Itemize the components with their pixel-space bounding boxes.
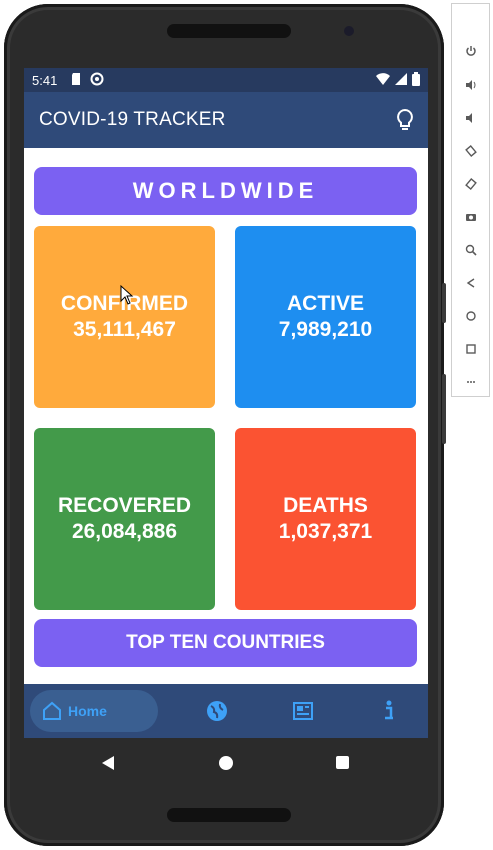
rotate-left-icon[interactable] [464, 144, 478, 158]
bottom-speaker [167, 808, 291, 822]
system-home-icon[interactable] [219, 756, 233, 770]
sync-icon [90, 72, 104, 89]
device-screen: 5:41 COVID-19 TRACKER WORLDWIDE CONFIRME… [24, 68, 428, 738]
rotate-right-icon[interactable] [464, 177, 478, 191]
volume-down-icon[interactable] [464, 111, 478, 125]
nav-item-home[interactable]: Home [30, 690, 158, 732]
volume-up-icon[interactable] [464, 78, 478, 92]
power-icon[interactable] [464, 44, 478, 58]
bottom-navigation: Home [24, 684, 428, 738]
power-side-button [442, 283, 446, 323]
deaths-label: DEATHS [283, 494, 368, 517]
home-icon [42, 701, 62, 721]
confirmed-value: 35,111,467 [73, 318, 176, 341]
top-ten-countries-button[interactable]: TOP TEN COUNTRIES [34, 619, 417, 667]
home-icon[interactable] [464, 309, 478, 323]
recovered-value: 26,084,886 [71, 520, 178, 543]
deaths-card[interactable]: DEATHS 1,037,371 [235, 428, 416, 610]
globe-icon[interactable] [206, 700, 228, 727]
status-bar: 5:41 [24, 68, 428, 92]
active-label: ACTIVE [286, 292, 364, 315]
recents-icon[interactable] [336, 756, 349, 769]
active-value: 7,989,210 [278, 318, 373, 341]
news-icon[interactable] [292, 700, 314, 727]
info-icon[interactable] [382, 700, 396, 727]
emulator-toolbar [451, 3, 490, 397]
front-camera [344, 26, 354, 36]
zoom-icon[interactable] [464, 243, 478, 257]
wifi-icon [376, 72, 390, 89]
signal-icon [394, 72, 408, 89]
more-icon[interactable] [464, 375, 478, 389]
overview-icon[interactable] [464, 342, 478, 356]
confirmed-card[interactable]: CONFIRMED 35,111,467 [34, 226, 215, 408]
nav-home-label: Home [68, 703, 107, 719]
app-title: COVID-19 TRACKER [39, 109, 226, 130]
mouse-cursor-icon [120, 284, 134, 310]
recovered-label: RECOVERED [57, 494, 192, 517]
volume-side-button [442, 374, 446, 444]
deaths-value: 1,037,371 [278, 520, 373, 543]
recovered-card[interactable]: RECOVERED 26,084,886 [34, 428, 215, 610]
lightbulb-icon[interactable] [396, 108, 414, 137]
back-icon[interactable] [464, 276, 478, 290]
active-card[interactable]: ACTIVE 7,989,210 [235, 226, 416, 408]
back-icon[interactable] [100, 755, 116, 776]
earpiece-speaker [167, 24, 291, 38]
worldwide-banner[interactable]: WORLDWIDE [34, 167, 417, 215]
android-navigation-bar [24, 740, 428, 786]
worldwide-label: WORLDWIDE [132, 178, 319, 203]
status-time: 5:41 [32, 73, 58, 88]
top-ten-label: TOP TEN COUNTRIES [126, 632, 325, 653]
battery-icon [412, 72, 420, 89]
sd-card-icon [70, 72, 82, 89]
app-bar: COVID-19 TRACKER [24, 92, 428, 148]
camera-icon[interactable] [464, 210, 478, 224]
